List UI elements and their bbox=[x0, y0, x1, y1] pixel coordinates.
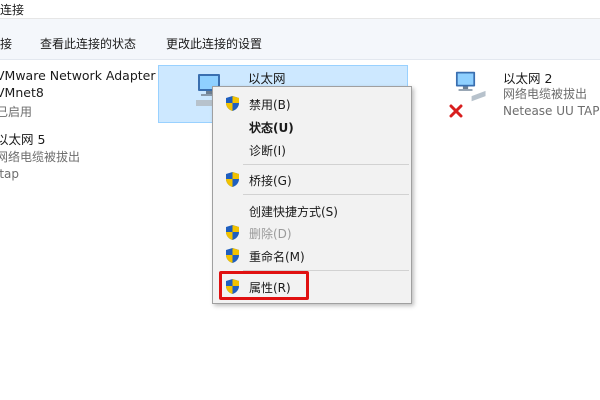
adapter-status: 网络电缆被拔出 bbox=[0, 150, 81, 164]
command-bar: 接 查看此连接的状态 更改此连接的设置 bbox=[0, 19, 600, 60]
menu-item-label: 禁用(B) bbox=[249, 98, 291, 112]
menu-item-label: 创建快捷方式(S) bbox=[249, 205, 338, 219]
adapter-name: VMware Network Adapter bbox=[0, 68, 156, 83]
highlight-annotation bbox=[219, 271, 309, 300]
disconnected-icon bbox=[449, 104, 463, 118]
menu-item-label: 诊断(I) bbox=[249, 144, 286, 158]
uac-shield-icon bbox=[226, 96, 239, 111]
menu-item-label: 重命名(M) bbox=[249, 250, 305, 264]
adapter-status: 网络电缆被拔出 bbox=[503, 87, 588, 101]
title-bar: 连接 bbox=[0, 0, 600, 18]
toolbar-change-settings-button[interactable]: 更改此连接的设置 bbox=[166, 35, 262, 52]
menu-separator bbox=[243, 194, 409, 195]
menu-item-label: 删除(D) bbox=[249, 227, 292, 241]
adapter-device: 已启用 bbox=[0, 105, 33, 119]
uac-shield-icon bbox=[226, 248, 239, 263]
menu-item-bridge[interactable]: 桥接(G) bbox=[213, 168, 411, 190]
menu-item-rename[interactable]: 重命名(M) bbox=[213, 244, 411, 266]
menu-item-label: 状态(U) bbox=[249, 121, 294, 135]
window-title: 连接 bbox=[0, 3, 25, 17]
menu-item-label: 桥接(G) bbox=[249, 174, 292, 188]
menu-item-delete[interactable]: 删除(D) bbox=[213, 221, 411, 243]
toolbar-view-status-button[interactable]: 查看此连接的状态 bbox=[40, 35, 136, 52]
toolbar-connect-button[interactable]: 接 bbox=[0, 35, 12, 52]
menu-item-create-shortcut[interactable]: 创建快捷方式(S) bbox=[213, 199, 411, 221]
menu-separator bbox=[243, 164, 409, 165]
adapter-ethernet-name: 以太网 bbox=[248, 71, 286, 86]
uac-shield-icon bbox=[226, 172, 239, 187]
adapter-device: ltap bbox=[0, 167, 20, 181]
adapter-status: VMnet8 bbox=[0, 85, 44, 100]
menu-item-status[interactable]: 状态(U) bbox=[213, 115, 411, 137]
adapter-device: Netease UU TAP bbox=[503, 104, 600, 118]
menu-item-diagnose[interactable]: 诊断(I) bbox=[213, 138, 411, 160]
adapter-name: 以太网 5 bbox=[0, 132, 46, 147]
uac-shield-icon bbox=[226, 225, 239, 240]
menu-item-disable[interactable]: 禁用(B) bbox=[213, 92, 411, 114]
